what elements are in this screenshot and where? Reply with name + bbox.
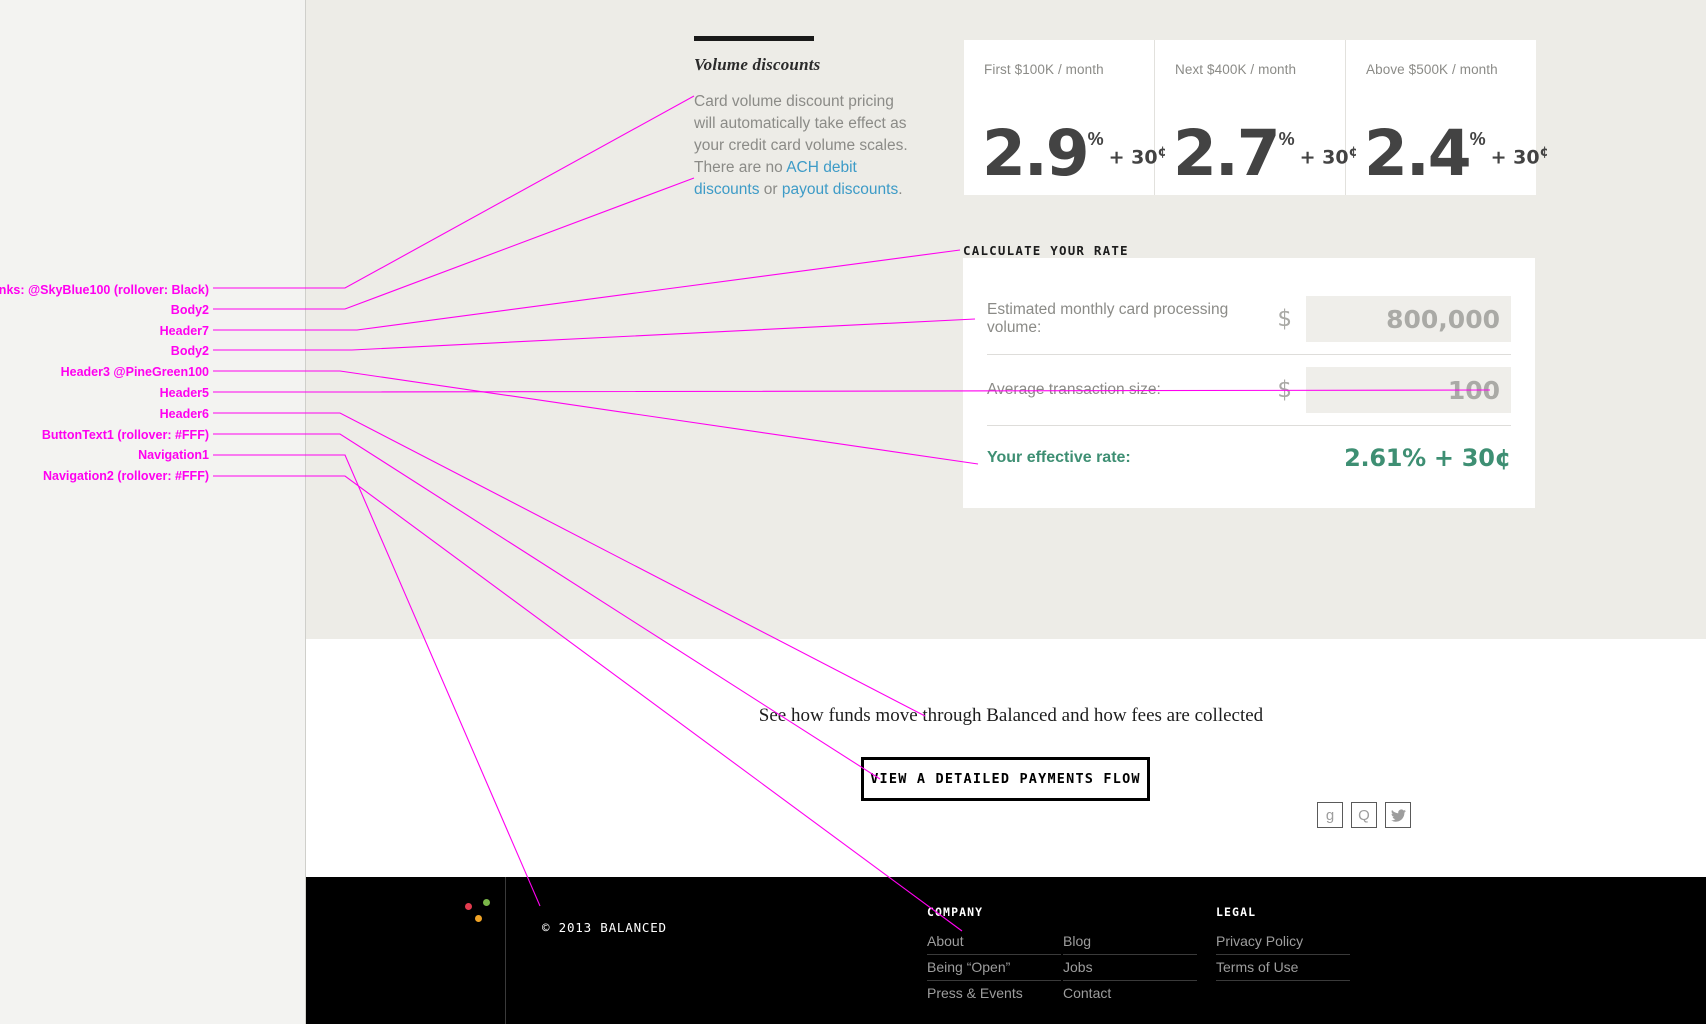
- dollar-sign-icon-transaction: $: [1277, 377, 1292, 403]
- legal-heading: LEGAL: [1216, 905, 1257, 919]
- effective-rate-row: Your effective rate: 2.61% + 30¢: [987, 426, 1511, 490]
- annotation-label-4: Header3 @PineGreen100: [60, 365, 209, 379]
- annotation-label-1: Body2: [170, 303, 209, 317]
- payout-discounts-link[interactable]: payout discounts: [782, 181, 898, 198]
- monthly-volume-label: Estimated monthly card processing volume…: [987, 301, 1229, 336]
- transaction-size-label: Average transaction size:: [987, 381, 1161, 398]
- tier2-fee-text: + 30: [1299, 146, 1349, 169]
- footer-link-contact[interactable]: Contact: [1063, 981, 1197, 1006]
- monthly-volume-row: Estimated monthly card processing volume…: [987, 284, 1511, 355]
- effective-rate-label: Your effective rate:: [987, 449, 1131, 466]
- dollar-sign-icon-volume: $: [1277, 306, 1292, 332]
- logo-dot-orange: [475, 915, 482, 922]
- tier1-fee-text: + 30: [1108, 146, 1158, 169]
- footer-column-company: COMPANY About Being “Open” Press & Event…: [927, 905, 1061, 1006]
- tier2-rate-number: 2.7: [1173, 117, 1281, 190]
- annotation-label-7: ButtonText1 (rollover: #FFF): [41, 428, 209, 442]
- mockup-stage: Volume discounts Card volume discount pr…: [0, 0, 1706, 1024]
- github-glyph: g: [1325, 806, 1335, 824]
- tier2-percent-sign: %: [1278, 129, 1295, 149]
- tier3-cent-sign: ¢: [1539, 145, 1549, 160]
- social-links: g Q: [1317, 802, 1411, 828]
- company-heading: COMPANY: [927, 905, 984, 919]
- annotation-label-9: Navigation2 (rollover: #FFF): [43, 469, 209, 483]
- transaction-size-row: Average transaction size: $: [987, 355, 1511, 426]
- cta-description: See how funds move through Balanced and …: [758, 705, 1264, 726]
- pricing-card-tier3: Above $500K / month 2.4 % + 30¢: [1346, 40, 1549, 195]
- monthly-volume-input[interactable]: [1306, 296, 1511, 342]
- logo-dot-red: [465, 903, 472, 910]
- transaction-size-input[interactable]: [1306, 367, 1511, 413]
- footer-divider: [505, 877, 506, 1024]
- footer-column-legal: LEGAL Privacy Policy Terms of Use: [1216, 905, 1350, 981]
- tier3-percent-sign: %: [1469, 129, 1486, 149]
- volume-discounts-block: Volume discounts Card volume discount pr…: [694, 36, 919, 201]
- tier1-percent-sign: %: [1087, 129, 1104, 149]
- footer-link-jobs[interactable]: Jobs: [1063, 955, 1197, 981]
- annotation-label-2: Header7: [159, 324, 209, 338]
- footer-link-terms-of-use[interactable]: Terms of Use: [1216, 955, 1350, 981]
- annotation-label-8: Navigation1: [138, 448, 209, 462]
- annotation-label-0: Links: @SkyBlue100 (rollover: Black): [0, 283, 209, 297]
- rate-calculator: Estimated monthly card processing volume…: [963, 258, 1535, 508]
- footer-link-blog[interactable]: Blog: [1063, 929, 1197, 955]
- quora-glyph: Q: [1358, 806, 1370, 824]
- logo-dot-green: [483, 899, 490, 906]
- tier1-rate: 2.9 % + 30¢: [982, 117, 1167, 190]
- annotation-label-6: Header6: [159, 407, 209, 421]
- annotation-gutter: [0, 0, 305, 1024]
- section-accent-bar: [694, 36, 814, 41]
- view-payments-flow-button[interactable]: VIEW A DETAILED PAYMENTS FLOW: [861, 757, 1150, 801]
- tier3-fee-text: + 30: [1490, 146, 1540, 169]
- footer-link-privacy-policy[interactable]: Privacy Policy: [1216, 929, 1350, 955]
- pricing-card-tier1: First $100K / month 2.9 % + 30¢: [964, 40, 1167, 195]
- pricing-card-tier2: Next $400K / month 2.7 % + 30¢: [1155, 40, 1358, 195]
- annotation-label-5: Header5: [159, 386, 209, 400]
- tier2-rate: 2.7 % + 30¢: [1173, 117, 1358, 190]
- calculator-heading: CALCULATE YOUR RATE: [963, 243, 1129, 258]
- effective-rate-value: 2.61% + 30¢: [1344, 444, 1511, 472]
- footer-link-being-open[interactable]: Being “Open”: [927, 955, 1061, 981]
- tier1-rate-number: 2.9: [982, 117, 1090, 190]
- balanced-logo: [465, 899, 505, 933]
- tier3-fixed-fee: + 30¢: [1491, 145, 1549, 168]
- tier1-label: First $100K / month: [984, 62, 1104, 77]
- site-footer: © 2013 BALANCED COMPANY About Being “Ope…: [305, 802, 1706, 1024]
- annotation-label-3: Body2: [170, 344, 209, 358]
- quora-icon[interactable]: Q: [1351, 802, 1377, 828]
- footer-link-press-events[interactable]: Press & Events: [927, 981, 1061, 1006]
- volume-discounts-title: Volume discounts: [694, 55, 821, 74]
- volume-discounts-body: Card volume discount pricing will automa…: [694, 91, 919, 201]
- body-text-part2: or: [759, 181, 782, 198]
- twitter-icon[interactable]: [1385, 802, 1411, 828]
- copyright-text: © 2013 BALANCED: [542, 920, 667, 935]
- footer-link-about[interactable]: About: [927, 929, 1061, 955]
- tier3-label: Above $500K / month: [1366, 62, 1498, 77]
- github-icon[interactable]: g: [1317, 802, 1343, 828]
- footer-column-company-2: Blog Jobs Contact: [1063, 905, 1197, 1006]
- company-heading-spacer: [1063, 905, 1197, 918]
- gutter-divider: [305, 0, 306, 1024]
- pricing-cards: First $100K / month 2.9 % + 30¢ Next $40…: [964, 40, 1549, 195]
- tier2-label: Next $400K / month: [1175, 62, 1297, 77]
- tier3-rate: 2.4 % + 30¢: [1364, 117, 1549, 190]
- tier3-rate-number: 2.4: [1364, 117, 1472, 190]
- body-text-part3: .: [898, 181, 903, 198]
